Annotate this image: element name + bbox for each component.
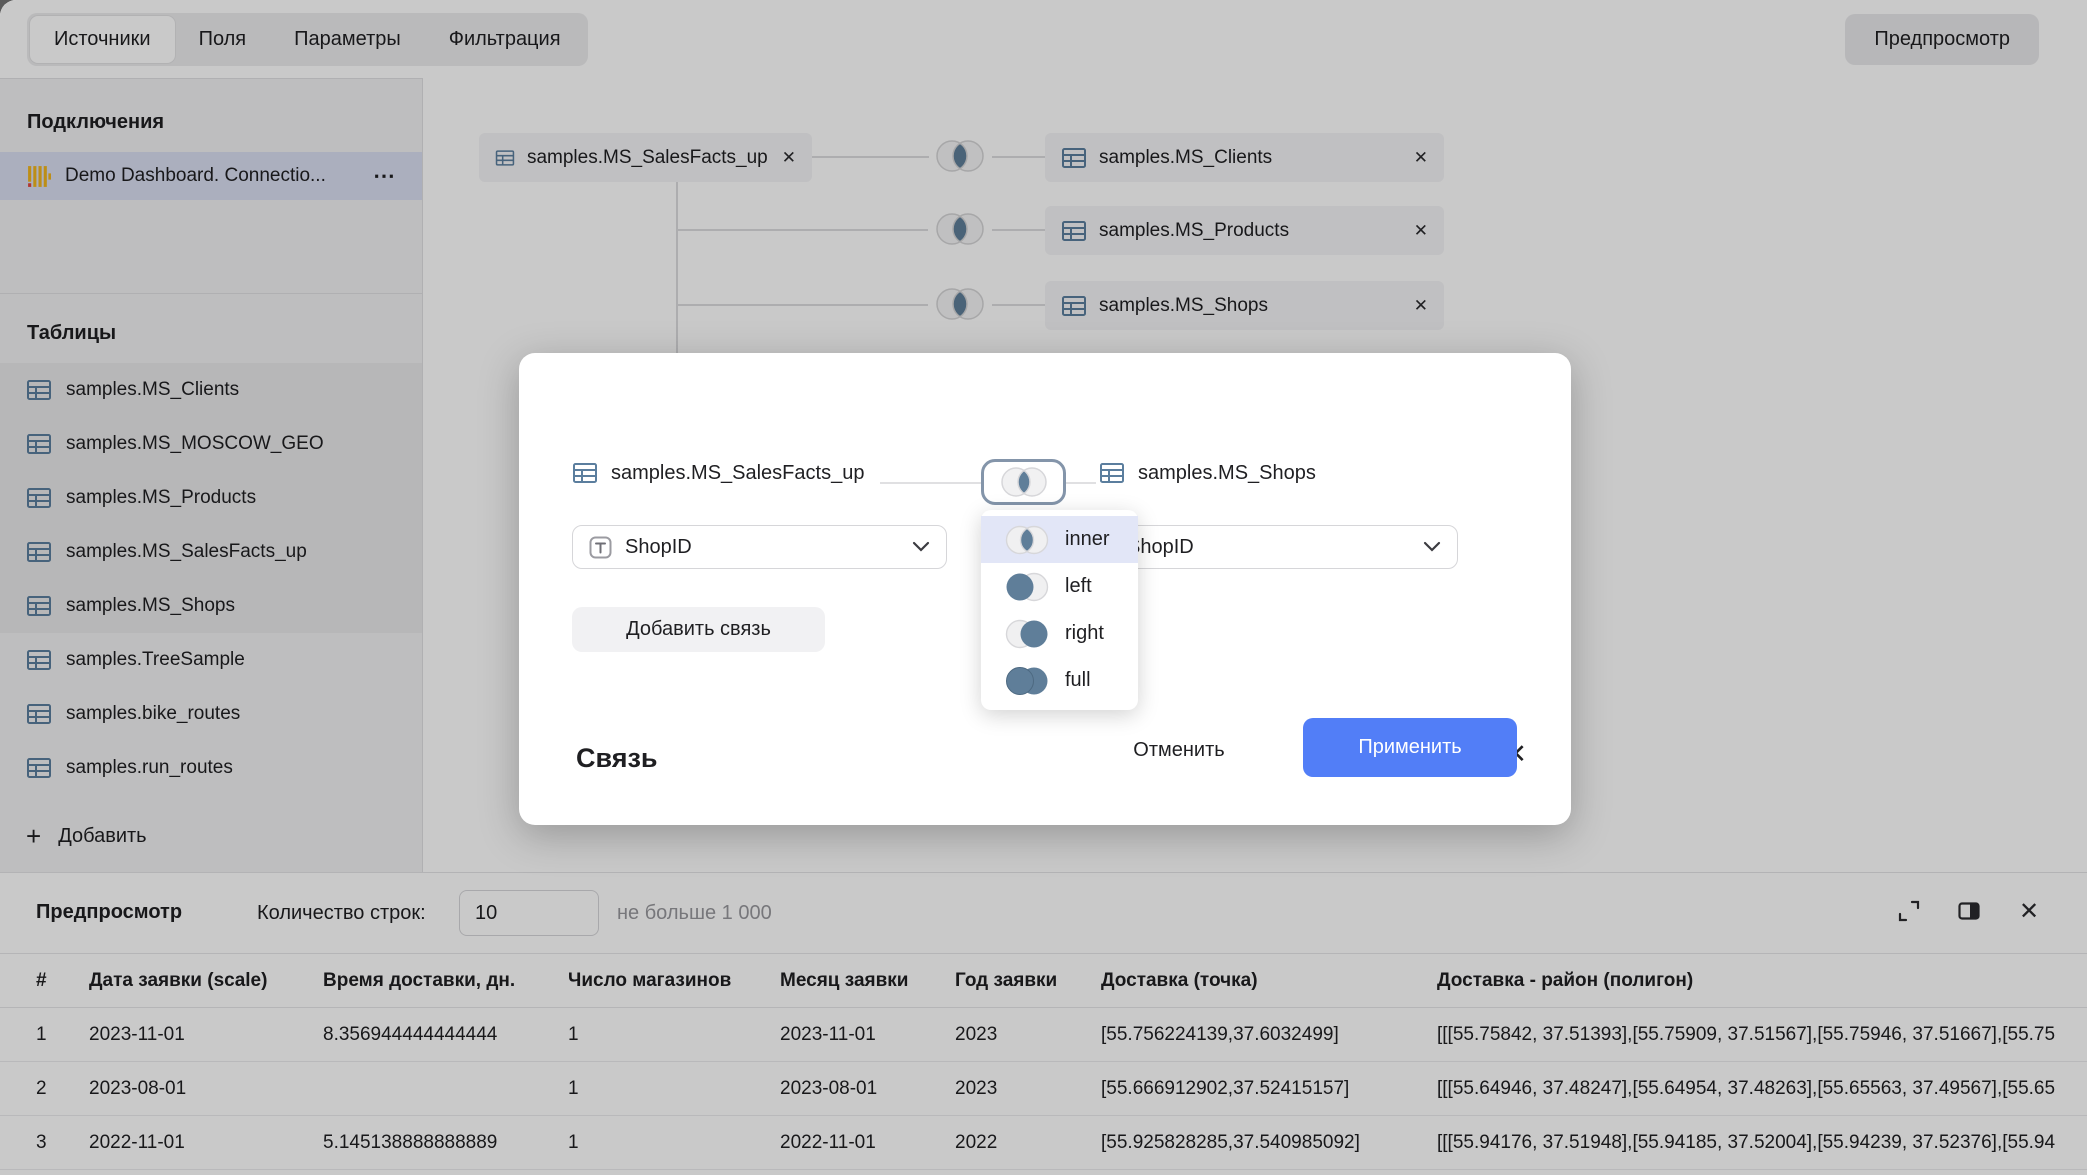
- table-icon: [1099, 460, 1125, 486]
- join-option-label: full: [1065, 669, 1091, 692]
- left-field-select[interactable]: ShopID: [572, 525, 947, 569]
- join-left-icon: [1003, 570, 1051, 604]
- join-option-right[interactable]: right: [981, 610, 1138, 657]
- join-inner-icon: [1003, 523, 1051, 557]
- chevron-down-icon: [1423, 541, 1441, 553]
- join-option-full[interactable]: full: [981, 657, 1138, 704]
- right-table-name: samples.MS_Shops: [1138, 462, 1316, 485]
- dialog-title: Связь: [576, 743, 658, 774]
- join-option-label: right: [1065, 622, 1104, 645]
- chevron-down-icon: [912, 541, 930, 553]
- join-option-label: inner: [1065, 528, 1109, 551]
- dataset-editor: Источники Поля Параметры Фильтрация Пред…: [0, 0, 2087, 1175]
- left-field-value: ShopID: [625, 536, 692, 559]
- left-table-name: samples.MS_SalesFacts_up: [611, 462, 864, 485]
- apply-button[interactable]: Применить: [1303, 718, 1517, 777]
- join-option-label: left: [1065, 575, 1092, 598]
- join-line: [1066, 482, 1096, 484]
- cancel-button[interactable]: Отменить: [1109, 735, 1249, 765]
- join-type-inner-icon: [994, 462, 1054, 502]
- string-type-icon: [589, 536, 612, 559]
- table-icon: [572, 460, 598, 486]
- add-relation-button[interactable]: Добавить связь: [572, 607, 825, 652]
- right-table: samples.MS_Shops: [1099, 460, 1316, 486]
- join-option-left[interactable]: left: [981, 563, 1138, 610]
- join-right-icon: [1003, 617, 1051, 651]
- join-option-inner[interactable]: inner: [981, 516, 1138, 563]
- left-table: samples.MS_SalesFacts_up: [572, 460, 864, 486]
- join-type-menu: inner left right full: [981, 510, 1138, 710]
- join-line: [880, 482, 981, 484]
- join-type-button[interactable]: [981, 459, 1066, 505]
- join-full-icon: [1003, 664, 1051, 698]
